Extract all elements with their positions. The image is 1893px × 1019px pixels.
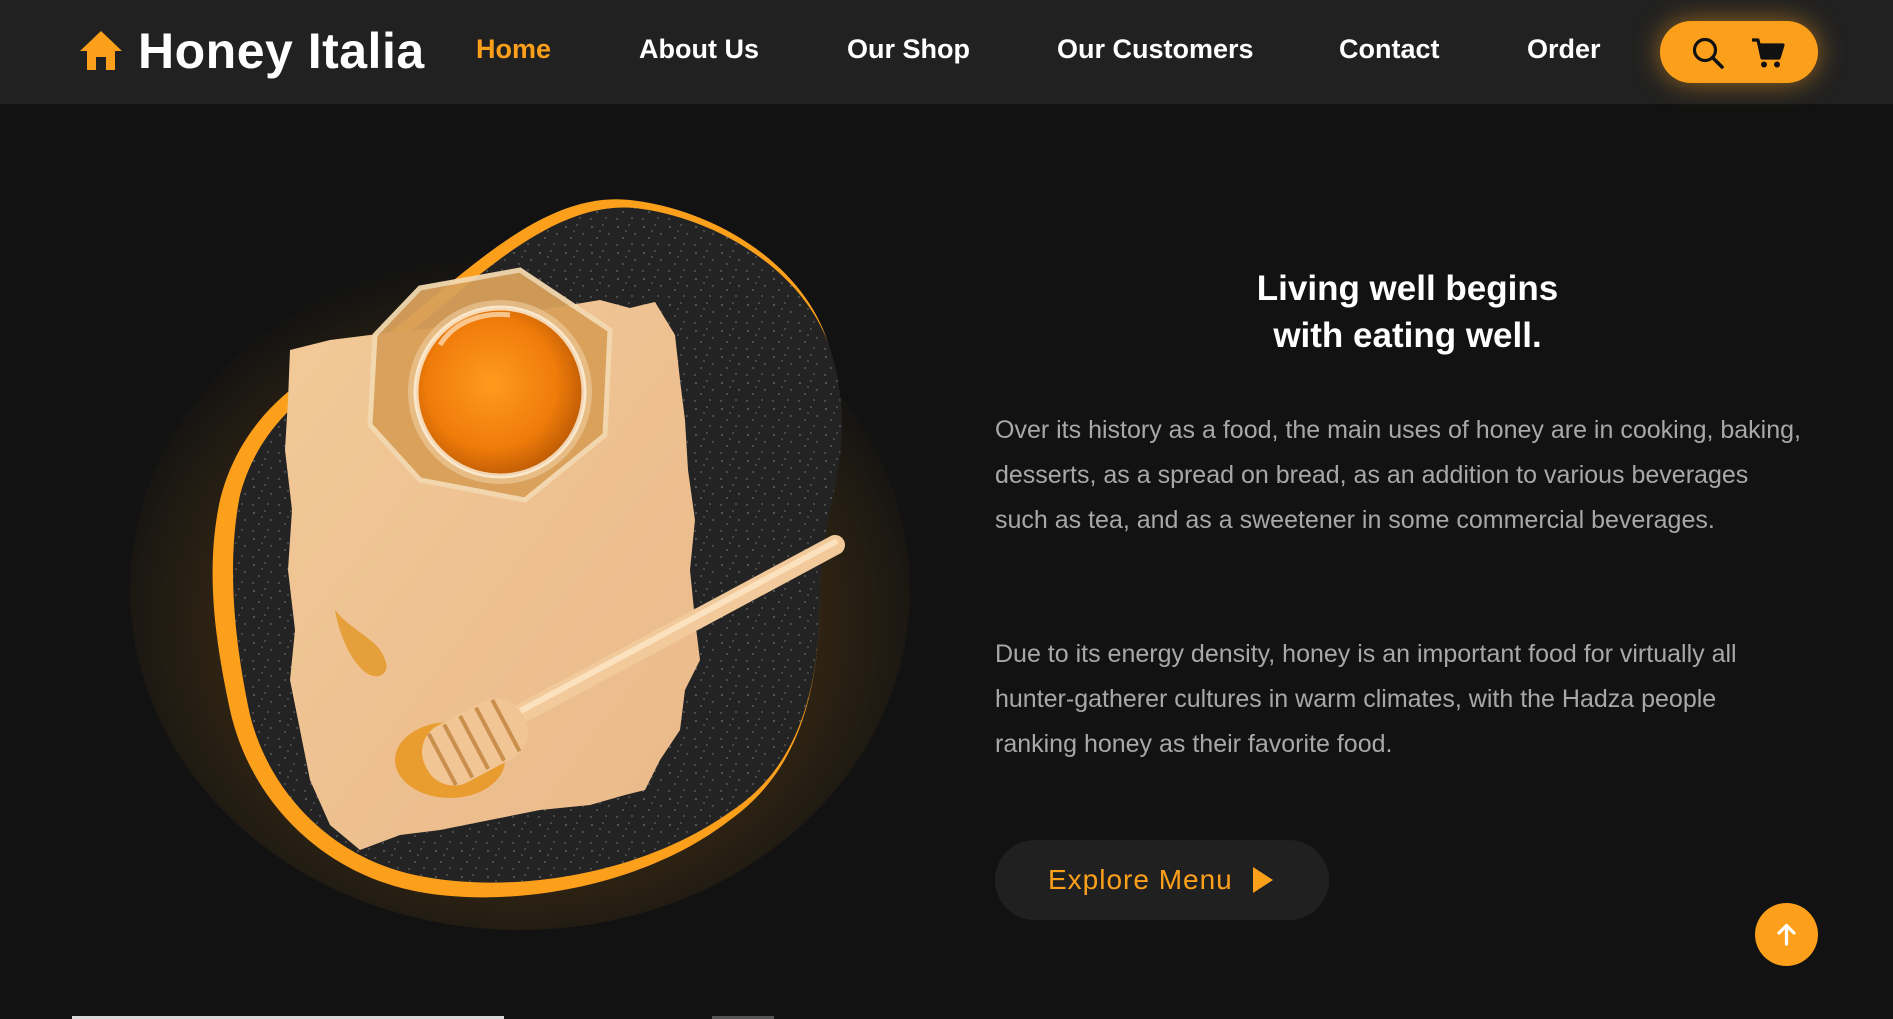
header-actions: [1660, 21, 1818, 83]
explore-menu-button[interactable]: Explore Menu: [995, 840, 1329, 920]
hero-paragraph-2: Due to its energy density, honey is an i…: [995, 640, 1737, 758]
arrow-up-icon: [1777, 923, 1796, 946]
house-icon: [80, 31, 122, 70]
hero-paragraph-1: Over its history as a food, the main use…: [995, 416, 1801, 534]
headline-line-2: with eating well.: [1273, 316, 1542, 355]
nav-contact[interactable]: Contact: [1339, 34, 1440, 65]
headline-line-1: Living well begins: [1256, 269, 1559, 308]
search-icon[interactable]: [1691, 36, 1725, 70]
play-icon: [1252, 867, 1273, 893]
hero-headline: Living well begins with eating well.: [1150, 265, 1665, 359]
nav-our-shop[interactable]: Our Shop: [847, 34, 970, 65]
brand-logo[interactable]: Honey Italia: [78, 22, 425, 80]
hero-image: [120, 170, 920, 930]
nav-order[interactable]: Order: [1527, 34, 1601, 65]
brand-name: Honey Italia: [138, 23, 425, 79]
nav-our-customers[interactable]: Our Customers: [1057, 34, 1254, 65]
nav-home[interactable]: Home: [476, 34, 551, 65]
site-header: Honey Italia Home About Us Our Shop Our …: [0, 0, 1893, 104]
explore-menu-label: Explore Menu: [1048, 864, 1233, 895]
cart-icon[interactable]: [1751, 36, 1785, 70]
nav-about-us[interactable]: About Us: [639, 34, 759, 65]
back-to-top-button[interactable]: [1755, 903, 1818, 966]
